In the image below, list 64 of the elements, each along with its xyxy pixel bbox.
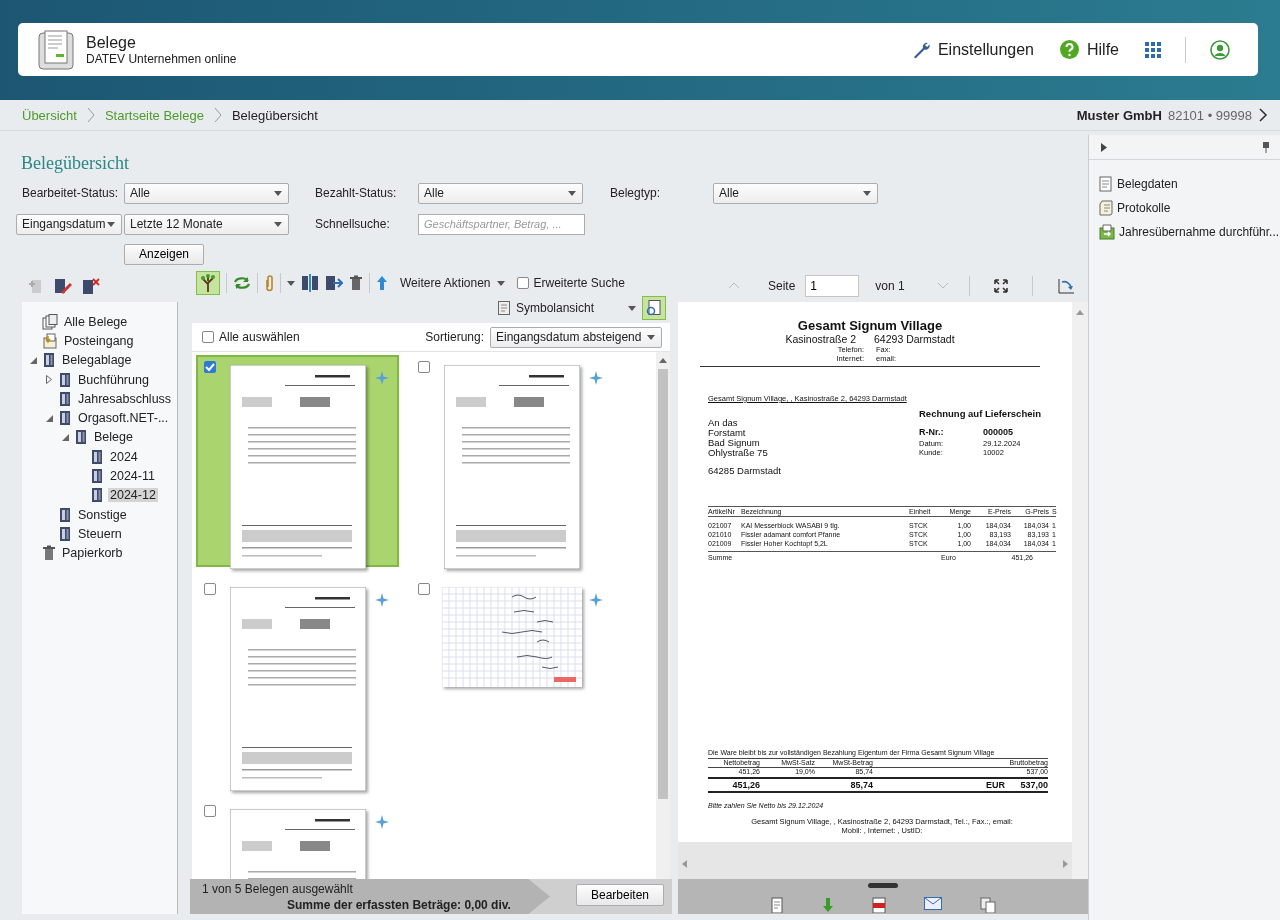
filter-label: Bezahlt-Status: [314, 186, 398, 200]
more-actions-menu[interactable]: Weitere Aktionen [394, 276, 511, 290]
sort-dropdown[interactable]: Eingangsdatum absteigend [490, 326, 662, 348]
checkbox-label: Erweiterte Suche [533, 276, 625, 290]
total-gross: 537,00 [1019, 779, 1048, 791]
filter-label: Schnellsuche: [314, 217, 391, 231]
side-panel-link[interactable]: Belegdaten [1117, 177, 1178, 191]
tree-item[interactable]: 2024 [108, 449, 140, 464]
recipient-line: Forstamt [708, 428, 747, 438]
filter-dropdown[interactable]: Letzte 12 Monate [124, 213, 289, 235]
filter-dropdown[interactable]: Eingangsdatum [16, 213, 122, 235]
tree-item[interactable]: 2024-12 [108, 488, 158, 503]
tree-item[interactable]: Sonstige [76, 507, 129, 522]
filter-label: Belegtyp: [609, 186, 662, 200]
filter-dropdown[interactable]: Alle [713, 182, 878, 204]
sort-label: Sortierung: [425, 330, 484, 344]
side-panel-link[interactable]: Jahresübernahme durchführ... [1119, 225, 1280, 239]
tree-item[interactable]: Alle Belege [62, 314, 130, 329]
view-dropdown[interactable]: Symbolansicht [498, 301, 636, 315]
tree-item[interactable]: Steuern [76, 526, 124, 541]
client-name: Muster GmbH [1076, 107, 1162, 123]
filter-label: Bearbeitet-Status: [21, 186, 120, 200]
recipient-line: An das [708, 418, 739, 428]
recipient-line: Ohlystraße 75 [708, 448, 769, 458]
tree-item[interactable]: Belegablage [60, 353, 134, 368]
tree-item[interactable]: Papierkorb [60, 546, 125, 561]
app-subtitle: DATEV Unternehmen online [86, 51, 237, 66]
tree-item[interactable]: Belege [92, 430, 135, 445]
filter-dropdown[interactable]: Alle [124, 182, 289, 204]
total-tax: 85,74 [849, 779, 873, 791]
company-name: Gesamt Signum Village [796, 318, 944, 333]
tree-item[interactable]: Buchführung [76, 372, 151, 387]
select-all-checkbox[interactable]: Alle auswählen [202, 330, 300, 344]
help-link[interactable]: Hilfe [1052, 40, 1127, 59]
show-button[interactable]: Anzeigen [124, 243, 205, 265]
recipient-city: 64285 Darmstadt [708, 466, 782, 476]
recipient-line: Bad Signum [708, 438, 761, 448]
document-title: Rechnung auf Lieferschein [919, 408, 1041, 419]
tree-item[interactable]: Posteingang [62, 333, 136, 348]
company-address: Kasinostraße 2 [785, 333, 857, 345]
page-label: Seite [768, 278, 796, 293]
tree-item[interactable]: Orgasoft.NET-... [76, 411, 171, 426]
total-currency: EUR [985, 779, 1005, 791]
invoice-meta-value: 000005 [983, 426, 1015, 439]
breadcrumb-current: Belegübersicht [231, 107, 318, 123]
page-number-field[interactable]: 1 [805, 274, 860, 297]
app-title: Belege [86, 33, 137, 52]
company-address: 64293 Darmstadt [874, 333, 955, 345]
edit-button[interactable]: Bearbeiten [576, 884, 665, 906]
page-total: von 1 [875, 278, 905, 293]
side-panel-link[interactable]: Protokolle [1117, 201, 1171, 215]
advanced-search-checkbox[interactable]: Erweiterte Suche [516, 276, 625, 290]
amount-sum: Summe der erfassten Beträge: 0,00 div. [286, 898, 512, 912]
total-net: 451,26 [731, 779, 760, 791]
page-title: Belegübersicht [20, 152, 130, 172]
invoice-meta-label: R-Nr.: [919, 426, 945, 439]
selection-count: 1 von 5 Belegen ausgewählt [202, 882, 354, 896]
settings-link[interactable]: Einstellungen [903, 40, 1042, 59]
client-number: 82101 • 99998 [1167, 107, 1252, 123]
quick-search-field[interactable]: Geschäftspartner, Betrag, ... [418, 213, 585, 235]
filter-dropdown[interactable]: Alle [418, 182, 583, 204]
checkbox-label: Alle auswählen [219, 330, 300, 344]
tree-item[interactable]: 2024-11 [108, 469, 157, 483]
tree-item[interactable]: Jahresabschluss [76, 391, 174, 406]
